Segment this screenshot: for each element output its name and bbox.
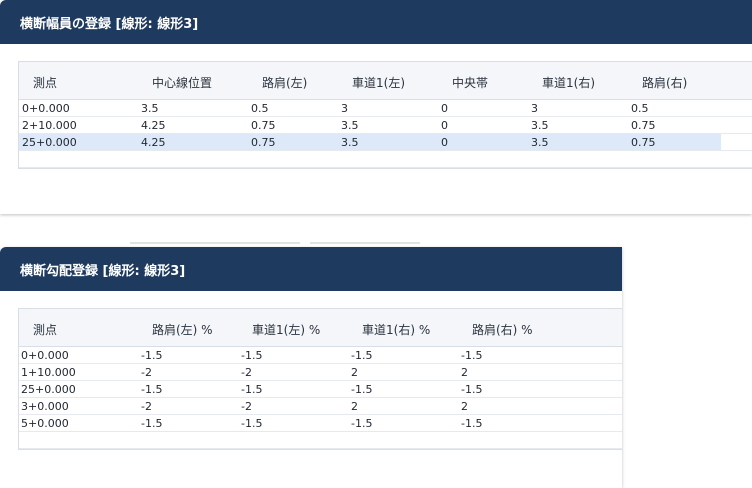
column-header-lane1-left[interactable]: 車道1(左) [352,74,405,91]
cross-slope-window: 横断勾配登録 [線形: 線形3] 測点 路肩(左) % 車道1(左) % 車道1… [0,247,622,488]
table-row[interactable]: 0+0.000 -1.5 -1.5 -1.5 -1.5 [19,347,622,364]
table-cell[interactable]: -1.5 [141,349,162,362]
table-row[interactable]: 3+0.000 -2 -2 2 2 [19,398,622,415]
table-cell[interactable]: -1.5 [461,349,482,362]
table-cell[interactable]: 0.5 [251,102,269,115]
table-cell[interactable]: -2 [141,366,152,379]
table-cell[interactable]: 2 [461,366,468,379]
column-header-lane1-right[interactable]: 車道1(右) [542,74,595,91]
table-cell[interactable]: -2 [241,400,252,413]
table-cell[interactable]: 2 [351,366,358,379]
table-cell[interactable]: 3.5 [531,136,549,149]
slope-grid: 測点 路肩(左) % 車道1(左) % 車道1(右) % 路肩(右) % 0+0… [18,308,622,450]
table-cell[interactable]: 0 [441,136,448,149]
table-row[interactable]: 25+0.000 4.25 0.75 3.5 0 3.5 0.75 [19,134,752,151]
column-header-shoulder-right[interactable]: 路肩(右) [642,74,687,91]
table-cell[interactable]: -1.5 [461,383,482,396]
grid-header: 測点 路肩(左) % 車道1(左) % 車道1(右) % 路肩(右) % [19,309,622,347]
table-row[interactable]: 25+0.000 -1.5 -1.5 -1.5 -1.5 [19,381,622,398]
table-cell[interactable]: 25+0.000 [22,136,77,149]
window-title: 横断幅員の登録 [線形: 線形3] [20,16,199,32]
table-cell[interactable]: 0.75 [631,119,656,132]
table-cell[interactable]: -2 [241,366,252,379]
table-cell[interactable]: 2 [461,400,468,413]
table-cell[interactable]: -1.5 [141,383,162,396]
cross-section-width-window: 横断幅員の登録 [線形: 線形3] 測点 中心線位置 路肩(左) 車道1(左) … [0,0,752,214]
column-header-station[interactable]: 測点 [33,74,57,91]
table-cell[interactable]: 0.75 [631,136,656,149]
window-title-bar[interactable]: 横断勾配登録 [線形: 線形3] [0,247,622,291]
empty-row[interactable] [19,151,752,168]
table-cell[interactable]: -1.5 [351,417,372,430]
window-title-bar[interactable]: 横断幅員の登録 [線形: 線形3] [0,0,752,44]
table-cell[interactable]: -1.5 [241,417,262,430]
table-cell[interactable]: -1.5 [241,383,262,396]
table-cell[interactable]: 0+0.000 [21,349,69,362]
grid-header: 測点 中心線位置 路肩(左) 車道1(左) 中央帯 車道1(右) 路肩(右) [19,62,752,100]
row-selection-highlight [19,134,721,150]
table-cell[interactable]: 0 [441,119,448,132]
table-cell[interactable]: 2 [351,400,358,413]
table-cell[interactable]: -2 [141,400,152,413]
table-cell[interactable]: 4.25 [141,119,166,132]
table-cell[interactable]: 4.25 [141,136,166,149]
table-cell[interactable]: 0.75 [251,136,276,149]
column-header-shoulder-left[interactable]: 路肩(左) [262,74,307,91]
divider [310,242,420,244]
table-cell[interactable]: 0.5 [631,102,649,115]
divider [130,242,300,244]
table-cell[interactable]: -1.5 [141,417,162,430]
table-cell[interactable]: 0.75 [251,119,276,132]
table-cell[interactable]: 3.5 [141,102,159,115]
table-cell[interactable]: 0+0.000 [22,102,70,115]
table-cell[interactable]: 1+10.000 [21,366,76,379]
table-cell[interactable]: 0 [441,102,448,115]
window-title: 横断勾配登録 [線形: 線形3] [20,263,186,279]
table-cell[interactable]: 3+0.000 [21,400,69,413]
column-header-lane1-right-pct[interactable]: 車道1(右) % [362,321,430,338]
table-cell[interactable]: 3.5 [531,119,549,132]
table-cell[interactable]: 3 [531,102,538,115]
table-row[interactable]: 5+0.000 -1.5 -1.5 -1.5 -1.5 [19,415,622,432]
column-header-centerline[interactable]: 中心線位置 [152,74,212,91]
column-header-station[interactable]: 測点 [33,321,57,338]
table-cell[interactable]: 3.5 [341,119,359,132]
table-cell[interactable]: 2+10.000 [22,119,77,132]
table-row[interactable]: 2+10.000 4.25 0.75 3.5 0 3.5 0.75 [19,117,752,134]
table-cell[interactable]: -1.5 [351,383,372,396]
table-cell[interactable]: -1.5 [351,349,372,362]
table-cell[interactable]: -1.5 [461,417,482,430]
table-cell[interactable]: 5+0.000 [21,417,69,430]
table-cell[interactable]: 3.5 [341,136,359,149]
width-grid: 測点 中心線位置 路肩(左) 車道1(左) 中央帯 車道1(右) 路肩(右) 0… [18,61,752,169]
table-cell[interactable]: 25+0.000 [21,383,76,396]
table-cell[interactable]: -1.5 [241,349,262,362]
empty-row[interactable] [19,432,622,449]
table-row[interactable]: 0+0.000 3.5 0.5 3 0 3 0.5 [19,100,752,117]
column-header-shoulder-right-pct[interactable]: 路肩(右) % [472,321,533,338]
table-row[interactable]: 1+10.000 -2 -2 2 2 [19,364,622,381]
table-cell[interactable]: 3 [341,102,348,115]
column-header-shoulder-left-pct[interactable]: 路肩(左) % [152,321,213,338]
column-header-median[interactable]: 中央帯 [452,74,488,91]
column-header-lane1-left-pct[interactable]: 車道1(左) % [252,321,320,338]
